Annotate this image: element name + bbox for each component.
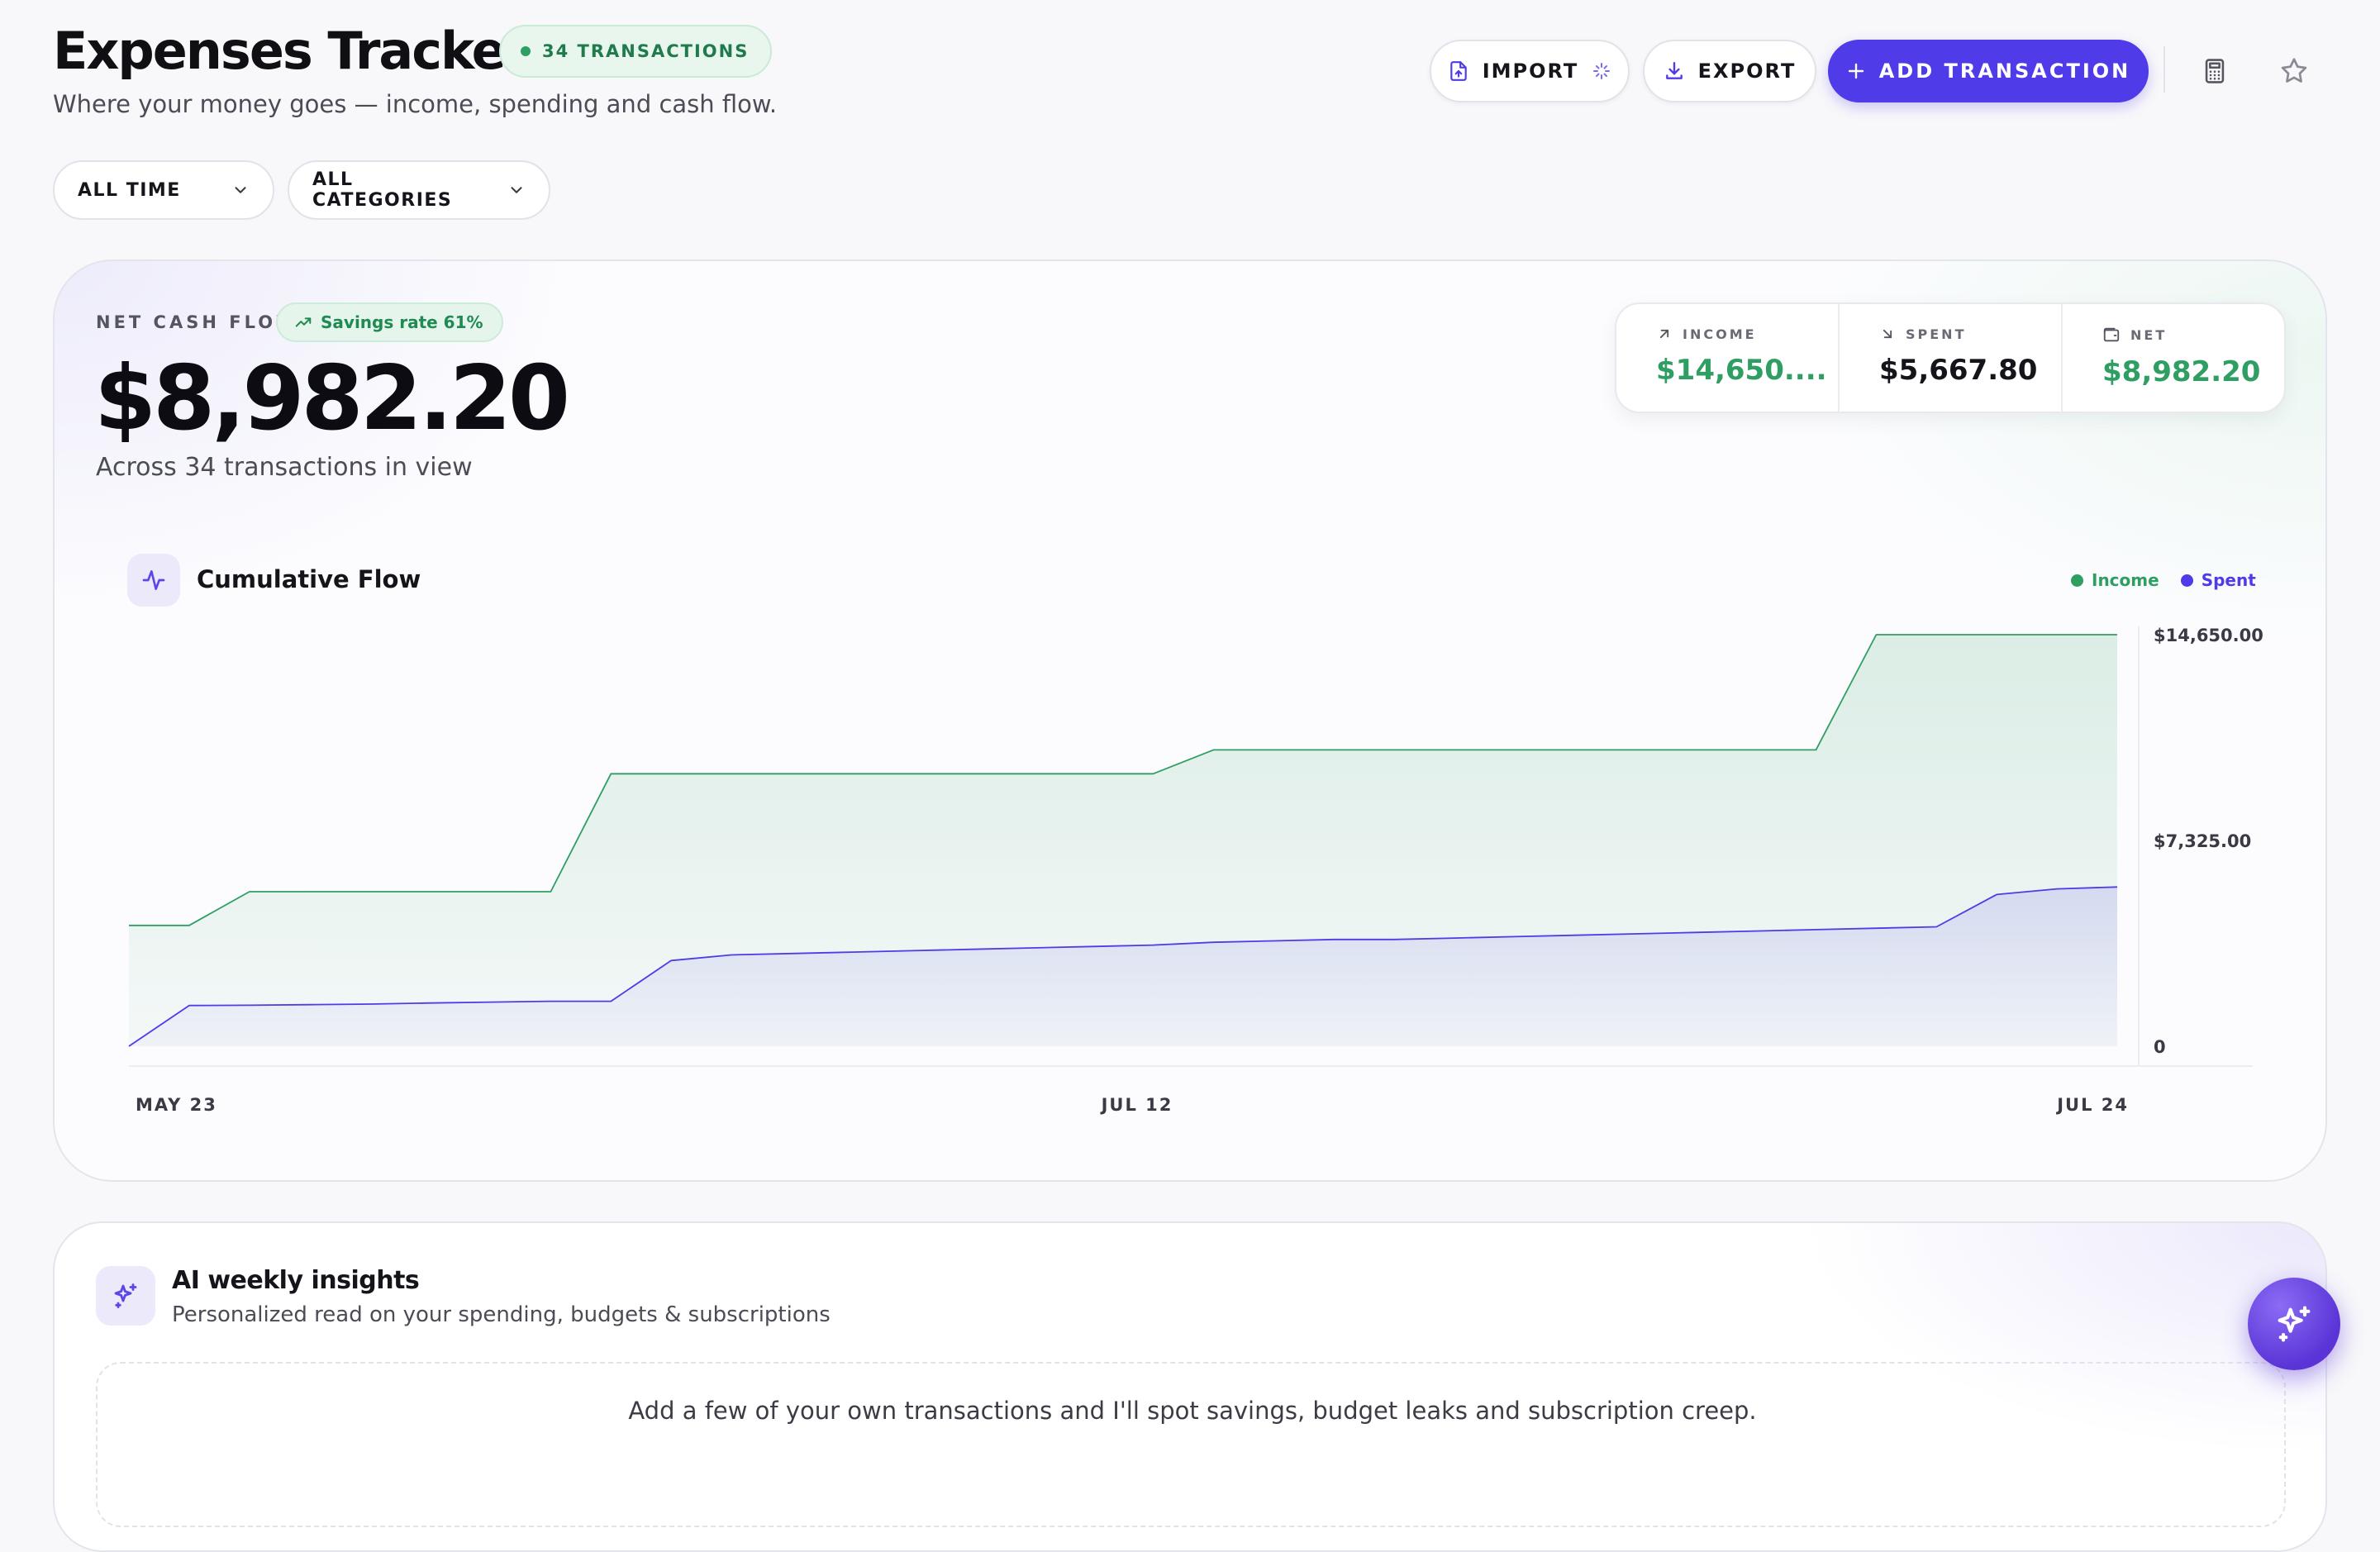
insights-message: Add a few of your own transactions and I… bbox=[628, 1397, 1757, 1425]
favorite-button[interactable] bbox=[2271, 48, 2317, 94]
insights-subtitle: Personalized read on your spending, budg… bbox=[172, 1302, 831, 1327]
sparkles-icon bbox=[111, 1281, 140, 1311]
import-button[interactable]: IMPORT bbox=[1430, 40, 1630, 102]
x-tick-label: MAY 23 bbox=[136, 1095, 217, 1115]
x-tick-label: JUL 24 bbox=[2055, 1095, 2129, 1115]
y-tick-label: $7,325.00 bbox=[2154, 831, 2251, 851]
export-label: EXPORT bbox=[1697, 60, 1797, 83]
header-divider bbox=[2163, 46, 2165, 93]
time-range-value: ALL TIME bbox=[78, 179, 181, 201]
sparkle-icon bbox=[1592, 61, 1611, 81]
plus-icon bbox=[1846, 61, 1866, 81]
cash-flow-card: NET CASH FLOW Savings rate 61% $8,982.20… bbox=[53, 259, 2327, 1182]
count-badge-label: 34 TRANSACTIONS bbox=[542, 41, 750, 61]
y-tick-label: 0 bbox=[2154, 1037, 2166, 1057]
file-upload-icon bbox=[1448, 60, 1469, 82]
star-icon bbox=[2278, 55, 2310, 87]
add-transaction-button[interactable]: ADD TRANSACTION bbox=[1828, 40, 2149, 102]
calculator-icon bbox=[2201, 57, 2229, 85]
category-select[interactable]: ALL CATEGORIES bbox=[288, 160, 550, 220]
chevron-down-icon bbox=[507, 181, 526, 199]
insights-icon-wrap bbox=[96, 1266, 155, 1326]
add-transaction-label: ADD TRANSACTION bbox=[1878, 60, 2131, 83]
calculator-button[interactable] bbox=[2192, 48, 2238, 94]
download-icon bbox=[1664, 60, 1685, 82]
category-value: ALL CATEGORIES bbox=[312, 169, 453, 211]
x-tick-label: JUL 12 bbox=[1100, 1095, 1173, 1115]
insights-empty-state: Add a few of your own transactions and I… bbox=[96, 1362, 2286, 1527]
ai-insights-card: AI weekly insights Personalized read on … bbox=[53, 1221, 2327, 1552]
chevron-down-icon bbox=[231, 181, 250, 199]
export-button[interactable]: EXPORT bbox=[1643, 40, 1816, 102]
transaction-count-badge: 34 TRANSACTIONS bbox=[499, 25, 773, 78]
page-title: Expenses Tracker bbox=[53, 21, 530, 81]
y-tick-label: $14,650.00 bbox=[2154, 626, 2263, 645]
page-subtitle: Where your money goes — income, spending… bbox=[53, 90, 778, 118]
sparkles-icon bbox=[2273, 1302, 2316, 1345]
cumulative-flow-chart: $14,650.00 $7,325.00 0 MAY 23 JUL 12 JUL 24 bbox=[128, 626, 2263, 1115]
time-range-select[interactable]: ALL TIME bbox=[53, 160, 274, 220]
status-dot bbox=[521, 46, 531, 56]
insights-title: AI weekly insights bbox=[172, 1266, 420, 1295]
ai-assistant-button[interactable] bbox=[2248, 1278, 2340, 1370]
import-label: IMPORT bbox=[1482, 60, 1579, 83]
